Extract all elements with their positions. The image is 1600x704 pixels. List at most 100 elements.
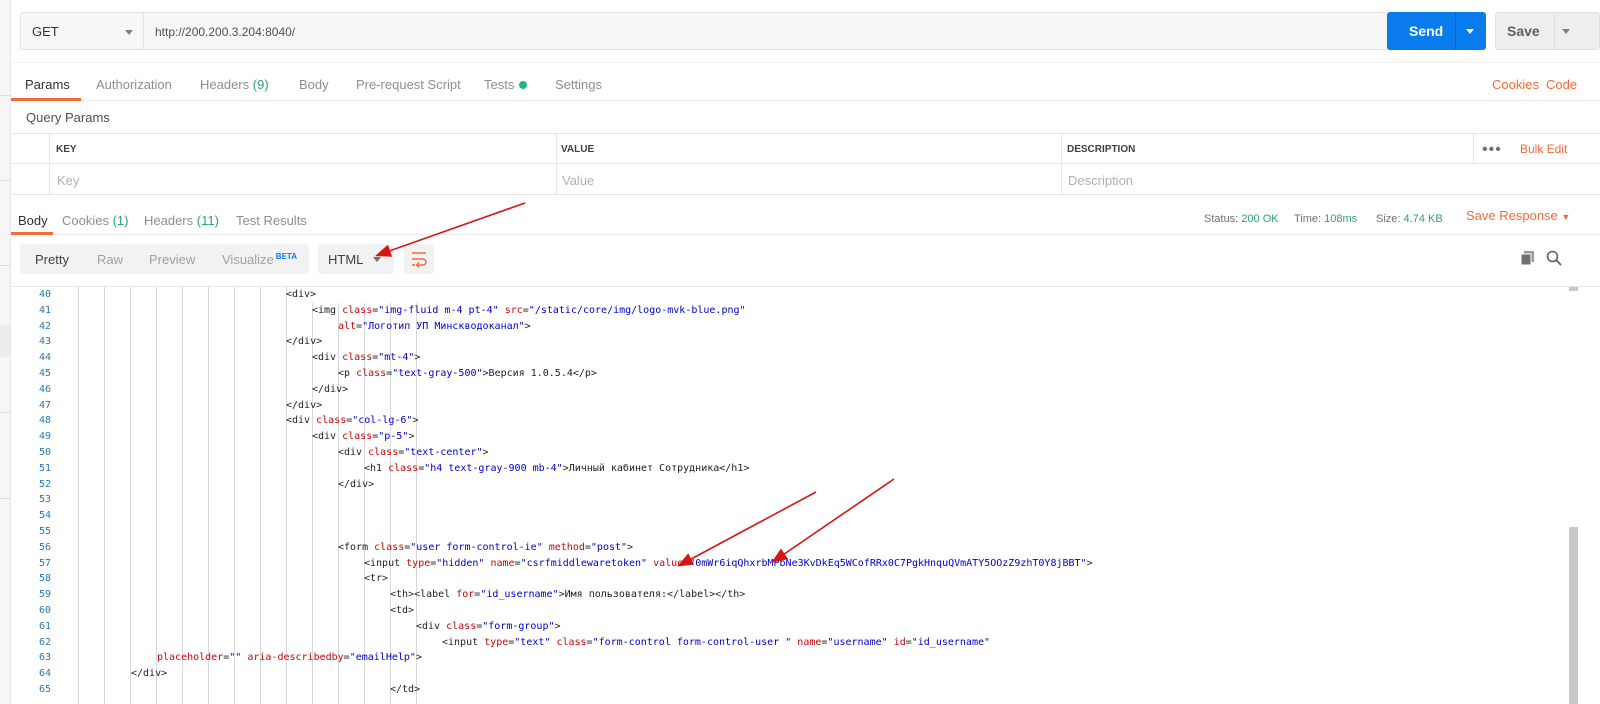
request-bar: GET http://200.200.3.204:8040/ Send Save (11, 0, 1600, 63)
line-number: 55 (38, 526, 51, 537)
column-header-key: KEY (56, 144, 77, 155)
save-button[interactable]: Save (1495, 12, 1600, 50)
wrap-lines-button[interactable] (404, 244, 434, 274)
send-options-chevron-icon[interactable] (1466, 29, 1474, 34)
indent-guide (104, 287, 105, 704)
view-pretty[interactable]: Pretty (35, 252, 69, 267)
url-input[interactable]: http://200.200.3.204:8040/ (144, 12, 1388, 50)
indent-guide (234, 287, 235, 704)
code-line: <div class="text-center"> (338, 447, 489, 458)
format-label: HTML (328, 252, 364, 267)
tab-body[interactable]: Body (299, 77, 329, 92)
indent-guide (182, 287, 183, 704)
code-line: <img class="img-fluid m-4 pt-4" src="/st… (312, 304, 746, 316)
view-visualize[interactable]: Visualize BETA (222, 252, 297, 267)
description-input[interactable]: Description (1068, 173, 1133, 188)
method-select[interactable]: GET (20, 12, 144, 50)
line-number: 63 (38, 652, 51, 664)
code-line: alt="Логотип УП Минскводоканал"> (338, 320, 531, 332)
active-response-tab-indicator (11, 232, 53, 235)
active-tab-indicator (11, 98, 81, 101)
send-label: Send (1409, 23, 1444, 39)
cookies-link[interactable]: Cookies (1492, 77, 1539, 92)
line-number: 50 (38, 447, 51, 458)
send-button[interactable]: Send (1387, 12, 1486, 50)
tab-test-results[interactable]: Test Results (236, 213, 307, 228)
headers-count: (9) (252, 77, 269, 92)
line-number: 47 (38, 399, 51, 411)
line-number-gutter: 40 41 42 43 44 45 46 47 48 49 50 51 52 53 54 55 56 57 58 59… (11, 287, 54, 704)
code-line: </div> (131, 668, 168, 680)
sidebar-edge (0, 0, 11, 704)
save-options-chevron-icon[interactable] (1562, 29, 1570, 34)
status-value: 200 OK (1241, 213, 1279, 225)
code-link[interactable]: Code (1546, 77, 1577, 92)
view-mode-selector: Pretty Raw Preview Visualize BETA (20, 244, 309, 274)
code-line: placeholder="" aria-describedby="emailHe… (157, 652, 422, 664)
save-response-button[interactable]: Save Response ▼ (1466, 208, 1570, 223)
tab-response-cookies[interactable]: Cookies (1) (62, 213, 128, 228)
size-info: Size: 4.74 KB (1376, 213, 1443, 225)
tests-status-dot-icon (519, 81, 528, 89)
tab-authorization[interactable]: Authorization (96, 77, 172, 92)
key-input[interactable]: Key (57, 173, 79, 188)
line-number: 59 (38, 589, 51, 601)
line-number: 62 (38, 636, 51, 648)
view-raw[interactable]: Raw (97, 252, 123, 267)
code-line: <div class="p-5"> (312, 431, 415, 443)
table-header-row (11, 134, 1600, 164)
line-number: 41 (38, 304, 51, 316)
sidebar-selected-item[interactable] (0, 325, 11, 357)
tab-pre-request-script[interactable]: Pre-request Script (356, 77, 461, 92)
copy-icon[interactable] (1520, 250, 1536, 269)
code-line: <td> (390, 605, 415, 616)
indent-guide (286, 287, 287, 704)
response-tabs: Body Cookies (1) Headers (11) Test Resul… (11, 199, 1600, 235)
code-line: <p class="text-gray-500">Версия 1.0.5.4<… (338, 368, 597, 379)
response-code-editor[interactable]: 40 41 42 43 44 45 46 47 48 49 50 51 52 53 54 55 56 57 58 59… (11, 286, 1600, 704)
line-number: 52 (38, 478, 51, 490)
code-line: </div> (312, 383, 349, 395)
line-number: 40 (38, 289, 51, 300)
more-options-icon[interactable]: ••• (1482, 141, 1502, 159)
time-info: Time: 108ms (1294, 213, 1358, 225)
save-label: Save (1507, 23, 1540, 39)
scrollbar-thumb[interactable] (1569, 527, 1578, 704)
tab-settings[interactable]: Settings (555, 77, 602, 92)
code-line: <input type="text" class="form-control f… (442, 636, 991, 648)
size-value: 4.74 KB (1403, 213, 1443, 225)
value-input[interactable]: Value (562, 173, 594, 188)
chevron-down-icon (125, 30, 133, 35)
code-line: <div class="form-group"> (416, 620, 561, 632)
column-header-description: DESCRIPTION (1067, 144, 1136, 155)
scrollbar-arrow[interactable] (1569, 287, 1578, 291)
query-params-table: KEY VALUE DESCRIPTION ••• Bulk Edit Key … (11, 133, 1600, 195)
query-params-title: Query Params (26, 110, 110, 125)
code-line: </div> (286, 399, 323, 411)
line-number: 43 (38, 336, 51, 348)
search-icon[interactable] (1546, 250, 1562, 269)
tab-headers[interactable]: Headers (9) (200, 77, 269, 92)
tab-params[interactable]: Params (25, 77, 70, 92)
format-select[interactable]: HTML (318, 244, 394, 274)
code-line: <h1 class="h4 text-gray-900 mb-4">Личный… (364, 462, 750, 474)
code-line: </div> (286, 336, 323, 348)
view-preview[interactable]: Preview (149, 252, 195, 267)
line-number: 58 (38, 573, 51, 585)
line-number: 56 (38, 541, 51, 553)
code-line: <th><label for="id_username">Имя пользов… (390, 589, 746, 601)
beta-badge: BETA (275, 252, 297, 261)
request-tabs: Params Authorization Headers (9) Body Pr… (11, 63, 1600, 101)
line-number: 65 (38, 684, 51, 695)
bulk-edit-link[interactable]: Bulk Edit (1520, 142, 1567, 156)
code-line: <form class="user form-control-ie" metho… (338, 541, 634, 553)
tab-tests[interactable]: Tests (484, 77, 528, 92)
indent-guide (208, 287, 209, 704)
line-number: 46 (38, 383, 51, 395)
tab-response-body[interactable]: Body (18, 213, 48, 228)
line-number: 51 (38, 462, 51, 474)
line-number: 49 (38, 431, 51, 443)
code-line: </div> (338, 478, 375, 490)
line-number: 42 (38, 320, 51, 332)
tab-response-headers[interactable]: Headers (11) (144, 213, 219, 228)
